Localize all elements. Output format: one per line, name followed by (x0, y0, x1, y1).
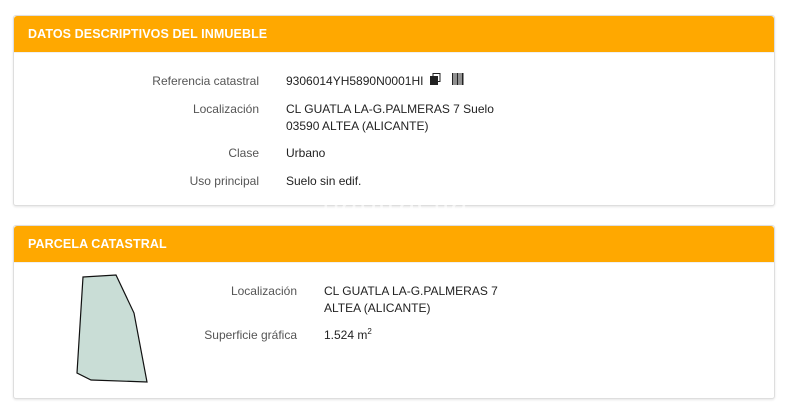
graphic-surface-number: 1.524 m (324, 328, 368, 342)
descriptive-data-panel: DATOS DESCRIPTIVOS DEL INMUEBLE Referenc… (13, 15, 775, 206)
graphic-surface-label: Superficie gráfica (204, 328, 297, 342)
parcel-location-value: CL GUATLA LA-G.PALMERAS 7 ALTEA (ALICANT… (324, 283, 704, 317)
location-value: CL GUATLA LA-G.PALMERAS 7 Suelo 03590 AL… (286, 101, 706, 135)
graphic-surface-value: 1.524 m2 (324, 327, 704, 344)
location-line-2: 03590 ALTEA (ALICANTE) (286, 119, 429, 133)
main-use-label: Uso principal (189, 174, 259, 188)
location-line-1: CL GUATLA LA-G.PALMERAS 7 Suelo (286, 102, 494, 116)
class-label: Clase (228, 146, 259, 160)
barcode-icon[interactable] (452, 73, 464, 90)
cadastral-reference-text: 9306014YH5890N0001HI (286, 74, 424, 88)
location-label: Localización (192, 102, 259, 116)
panel-header-parcel: PARCELA CATASTRAL (14, 226, 774, 263)
class-value: Urbano (286, 146, 326, 160)
cadastral-reference-value: 9306014YH5890N0001HI (286, 73, 706, 90)
area-unit-superscript: 2 (367, 327, 372, 336)
parcel-location-label: Localización (230, 284, 297, 298)
cadastral-parcel-panel: PARCELA CATASTRAL Localización CL GUATLA… (13, 225, 775, 399)
panel-header-descriptive: DATOS DESCRIPTIVOS DEL INMUEBLE (14, 16, 774, 53)
parcel-location-line-2: ALTEA (ALICANTE) (324, 301, 431, 315)
copy-icon[interactable] (429, 73, 441, 90)
cadastral-reference-label: Referencia catastral (152, 74, 259, 88)
parcel-location-line-1: CL GUATLA LA-G.PALMERAS 7 (324, 284, 498, 298)
main-use-value: Suelo sin edif. (286, 174, 362, 188)
